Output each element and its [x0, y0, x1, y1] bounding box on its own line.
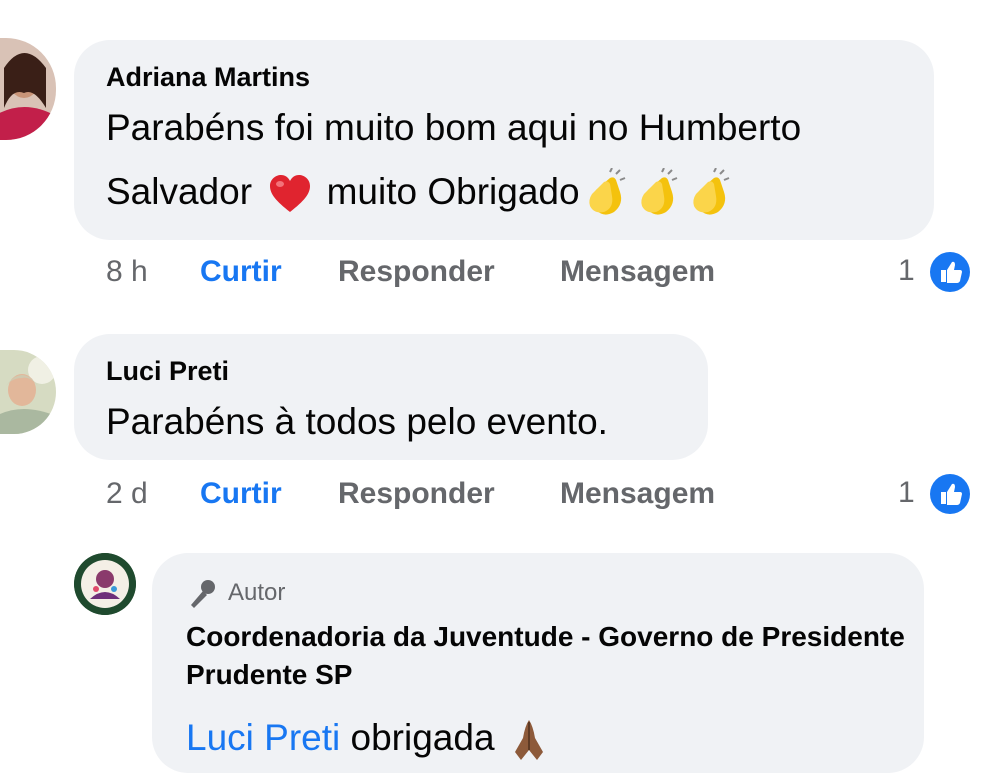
microphone-icon: [191, 580, 215, 608]
clapping-hands-icon: [640, 168, 677, 215]
message-button[interactable]: Mensagem: [560, 477, 715, 511]
avatar-photo-icon: [0, 38, 56, 140]
clapping-hands-icon: [692, 168, 729, 215]
comment-timestamp[interactable]: 8 h: [106, 255, 148, 289]
reply-message: obrigada: [350, 717, 495, 758]
avatar-luci-preti[interactable]: [0, 350, 56, 434]
author-badge-label: Autor: [228, 579, 286, 606]
comment-text-line2: Salvador muito Obrigado: [106, 160, 736, 224]
avatar-photo-icon: [0, 350, 56, 434]
mention-link[interactable]: Luci Preti: [186, 717, 340, 758]
comment-text-part: Salvador: [106, 171, 253, 212]
reply-button[interactable]: Responder: [338, 255, 495, 289]
clapping-emoji-group: [580, 168, 736, 215]
comment-text-line1: Parabéns foi muito bom aqui no Humberto: [106, 107, 802, 148]
like-button[interactable]: Curtir: [200, 255, 282, 289]
reply-author-name[interactable]: Coordenadoria da Juventude - Governo de …: [186, 618, 926, 694]
comment-text-part: muito Obrigado: [326, 171, 580, 212]
comment-author-name[interactable]: Adriana Martins: [106, 62, 310, 93]
like-button[interactable]: Curtir: [200, 477, 282, 511]
thumbs-up-icon: [930, 252, 970, 292]
praying-hands-icon: [514, 720, 543, 761]
heart-emoji-icon: [270, 175, 311, 213]
avatar-logo-icon: [74, 553, 136, 615]
avatar-coordenadoria[interactable]: [74, 553, 136, 615]
reaction-count: 1: [898, 476, 915, 509]
thumbs-up-icon: [930, 474, 970, 514]
reply-text: Luci Preti obrigada: [186, 706, 553, 770]
comment-author-name[interactable]: Luci Preti: [106, 356, 229, 387]
comment-timestamp[interactable]: 2 d: [106, 477, 148, 511]
comment-actions-row: 8 h Curtir Responder Mensagem: [106, 255, 826, 295]
avatar-adriana-martins[interactable]: [0, 38, 56, 140]
comment-actions-row: 2 d Curtir Responder Mensagem: [106, 477, 826, 517]
reaction-summary[interactable]: 1: [898, 474, 974, 514]
message-button[interactable]: Mensagem: [560, 255, 715, 289]
reaction-summary[interactable]: 1: [898, 252, 974, 292]
reaction-count: 1: [898, 254, 915, 287]
reply-button[interactable]: Responder: [338, 477, 495, 511]
comment-text: Parabéns à todos pelo evento.: [106, 401, 608, 442]
clapping-hands-icon: [588, 168, 625, 215]
